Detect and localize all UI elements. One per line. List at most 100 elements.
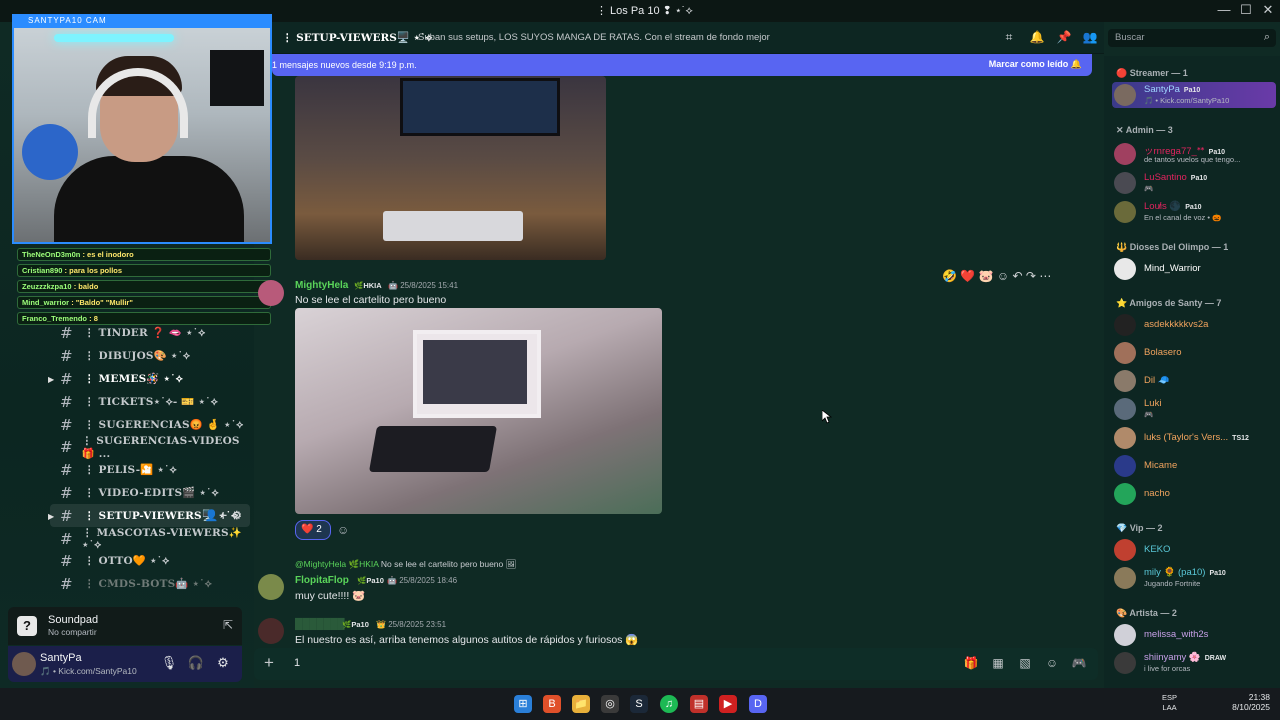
channel-cmds-bots[interactable]: # ⋮ CMDS-BOTS🤖 ⋆˙⟡ <box>50 573 250 596</box>
channel-settings-icon[interactable]: 👤+ ⚙ <box>205 509 242 522</box>
channel-label: ⋮ PELIS-🎦 ⋆˙⟡ <box>84 464 177 477</box>
reaction-custom-icon[interactable]: 🐷 <box>979 269 994 283</box>
member-item[interactable]: ッrnrega77_ᕯ Pa10 de tantos vuelos que ten… <box>1112 141 1276 167</box>
member-item[interactable]: luks (Taylor's Vers... TS12 <box>1112 425 1276 451</box>
language-indicator[interactable]: ESP LAA <box>1162 693 1177 713</box>
channel-title: ⋮ SETUP-VIEWERS🖥️ ⋆˙⟡ <box>282 32 433 44</box>
gift-icon[interactable]: 🎁 <box>962 656 980 670</box>
sticker-icon[interactable]: ▧ <box>1016 656 1034 670</box>
add-reaction-icon[interactable]: ☺ <box>337 523 349 537</box>
discord-icon[interactable]: D <box>749 695 767 713</box>
minimize-button[interactable]: — <box>1214 2 1234 17</box>
apps-icon[interactable]: 🎮 <box>1070 656 1088 670</box>
heart-reaction[interactable]: ❤️ 2 <box>295 520 331 540</box>
question-icon: ? <box>17 616 37 636</box>
search-placeholder: Buscar <box>1115 32 1145 43</box>
member-item[interactable]: nacho <box>1112 481 1276 507</box>
youtube-icon[interactable]: ▶ <box>719 695 737 713</box>
message-author[interactable]: MightyHela <box>295 280 348 291</box>
microphone-icon[interactable]: 🎙 <box>159 655 179 671</box>
avatar <box>1114 652 1136 674</box>
message-input[interactable]: 1 <box>294 657 300 669</box>
threads-icon[interactable]: ⌗ <box>1000 30 1018 45</box>
member-item[interactable]: Mind_Warrior <box>1112 256 1276 282</box>
close-button[interactable]: ✕ <box>1258 2 1278 18</box>
user-status: 🎵 • Kick.com/SantyPa10 <box>40 666 137 676</box>
channel-dibujos[interactable]: # ⋮ DIBUJOS🎨 ⋆˙⟡ <box>50 345 250 368</box>
search-input[interactable]: Buscar ⌕ <box>1108 29 1276 47</box>
maximize-button[interactable]: ☐ <box>1236 2 1256 18</box>
avatar[interactable] <box>258 618 284 644</box>
emoji-icon[interactable]: ☺ <box>1043 656 1061 670</box>
member-item[interactable]: SantyPa Pa10 🎵 • Kick.com/SantyPa10 <box>1112 82 1276 108</box>
channel-otto[interactable]: # ⋮ OTTO🧡 ⋆˙⟡ <box>50 550 250 573</box>
system-clock[interactable]: 21:38 8/10/2025 <box>1232 692 1270 712</box>
channel-video-edits[interactable]: # ⋮ VIDEO-EDITS🎬 ⋆˙⟡ <box>50 482 250 505</box>
channel-setup-viewers[interactable]: ▶ # ⋮ SETUP-VIEWERS🖥️ ⋆˙⟡ 👤+ ⚙ <box>48 504 250 528</box>
headphones-icon[interactable]: 🎧 <box>186 655 206 671</box>
member-item[interactable]: KEKO <box>1112 537 1276 563</box>
spotify-icon[interactable]: ♫ <box>660 695 678 713</box>
channel-header: ⋮ SETUP-VIEWERS🖥️ ⋆˙⟡ Suban sus setups, … <box>272 22 1104 54</box>
member-item[interactable]: LuSantino Pa10 🎮 <box>1112 170 1276 196</box>
avatar <box>1114 314 1136 336</box>
channel-memes[interactable]: ▶ # ⋮ MEMES🪅 ⋆˙⟡ <box>48 368 250 391</box>
member-item[interactable]: shiinyamy 🌸 DRAW i live for orcas <box>1112 650 1276 676</box>
folder-icon[interactable]: 📁 <box>572 695 590 713</box>
more-options-icon[interactable]: ⋯ <box>1039 269 1051 283</box>
attach-plus-icon[interactable]: + <box>264 653 274 673</box>
channel-sugerencias[interactable]: # ⋮ SUGERENCIAS😡 🤞 ⋆˙⟡ <box>50 413 250 436</box>
member-item[interactable]: Lou̸is 🌑 Pa10 En el canal de voz • 🎃 <box>1112 199 1276 225</box>
activity-panel[interactable]: ? Soundpad No compartir ⇱ <box>8 607 242 645</box>
member-name: Dil 🧢 <box>1144 375 1170 386</box>
setup-image-2[interactable] <box>295 308 662 514</box>
avatar <box>1114 172 1136 194</box>
member-tag: 🌿HKIA <box>354 281 382 290</box>
channel-mascotas-viewers[interactable]: # ⋮ MASCOTAS-VIEWERS✨ ⋆˙⟡ <box>50 527 250 551</box>
member-item[interactable]: Micame <box>1112 453 1276 479</box>
reaction-heart-icon[interactable]: ❤️ <box>960 269 975 283</box>
setup-image-1[interactable] <box>295 76 606 260</box>
members-icon[interactable]: 👥 <box>1081 30 1099 44</box>
avatar[interactable] <box>258 280 284 306</box>
member-item[interactable]: Bolasero <box>1112 340 1276 366</box>
bell-icon[interactable]: 🔔 <box>1028 30 1046 44</box>
member-item[interactable]: melissa_with2s <box>1112 622 1276 648</box>
reply-preview[interactable]: @MightyHela 🌿HKIA No se lee el cartelito… <box>295 559 516 570</box>
reaction-laugh-icon[interactable]: 🤣 <box>942 269 957 283</box>
pin-icon[interactable]: 📌 <box>1055 30 1073 44</box>
channel-tickets[interactable]: # ⋮ TICKETS⋆˙⟡- 🎫 ⋆˙⟡ <box>50 390 250 413</box>
add-reaction-icon[interactable]: ☺ <box>997 269 1009 283</box>
member-item[interactable]: Dil 🧢 <box>1112 368 1276 394</box>
image-screen <box>423 340 527 404</box>
new-messages-bar[interactable]: 1 mensajes nuevos desde 9:19 p.m. Marcar… <box>272 54 1092 76</box>
start-icon[interactable]: ⊞ <box>514 695 532 713</box>
message-list: MightyHela 🌿HKIA 🤖 25/8/2025 15:41 No se… <box>254 76 1104 646</box>
channel-topic[interactable]: Suban sus setups, LOS SUYOS MANGA DE RAT… <box>418 32 770 43</box>
obs-icon[interactable]: ◎ <box>601 695 619 713</box>
member-item[interactable]: mily 🌻 (pa10) Pa10 Jugando Fortnite <box>1112 565 1276 591</box>
member-group-header: 💎 Vip — 2 <box>1116 523 1163 533</box>
screen-share-icon[interactable]: ⇱ <box>223 618 233 632</box>
gif-icon[interactable]: ▦ <box>989 656 1007 670</box>
message-author[interactable]: FlopitaFlop <box>295 575 349 586</box>
steam-icon[interactable]: S <box>630 695 648 713</box>
gear-icon[interactable]: ⚙ <box>213 655 233 671</box>
brave-icon[interactable]: B <box>543 695 561 713</box>
app-icon[interactable]: ▤ <box>690 695 708 713</box>
member-item[interactable]: asdekkkkkvs2a <box>1112 312 1276 338</box>
channel-pelis[interactable]: # ⋮ PELIS-🎦 ⋆˙⟡ <box>50 459 250 482</box>
message-composer[interactable]: + 1 🎁 ▦ ▧ ☺ 🎮 <box>254 648 1098 680</box>
channel-sugerencias-videos[interactable]: # ⋮ SUGERENCIAS-VIDEOS🎁 ... <box>50 435 250 460</box>
taskbar: ⊞ B 📁 ◎ S ♫ ▤ ▶ D ESP LAA 21:38 8/10/2025 <box>0 688 1280 720</box>
avatar[interactable] <box>258 574 284 600</box>
member-item[interactable]: Luki 🎮 <box>1112 396 1276 422</box>
mark-as-read-button[interactable]: Marcar como leído 🔔 <box>989 59 1082 70</box>
member-name: melissa_with2s <box>1144 629 1209 640</box>
avatar[interactable] <box>12 652 36 676</box>
forward-icon[interactable]: ↷ <box>1026 269 1036 283</box>
member-name: asdekkkkkvs2a <box>1144 319 1209 330</box>
reply-icon[interactable]: ↶ <box>1013 269 1023 283</box>
channel-label: ⋮ MEMES🪅 ⋆˙⟡ <box>84 372 183 385</box>
message-author[interactable]: ███████ <box>295 619 345 630</box>
